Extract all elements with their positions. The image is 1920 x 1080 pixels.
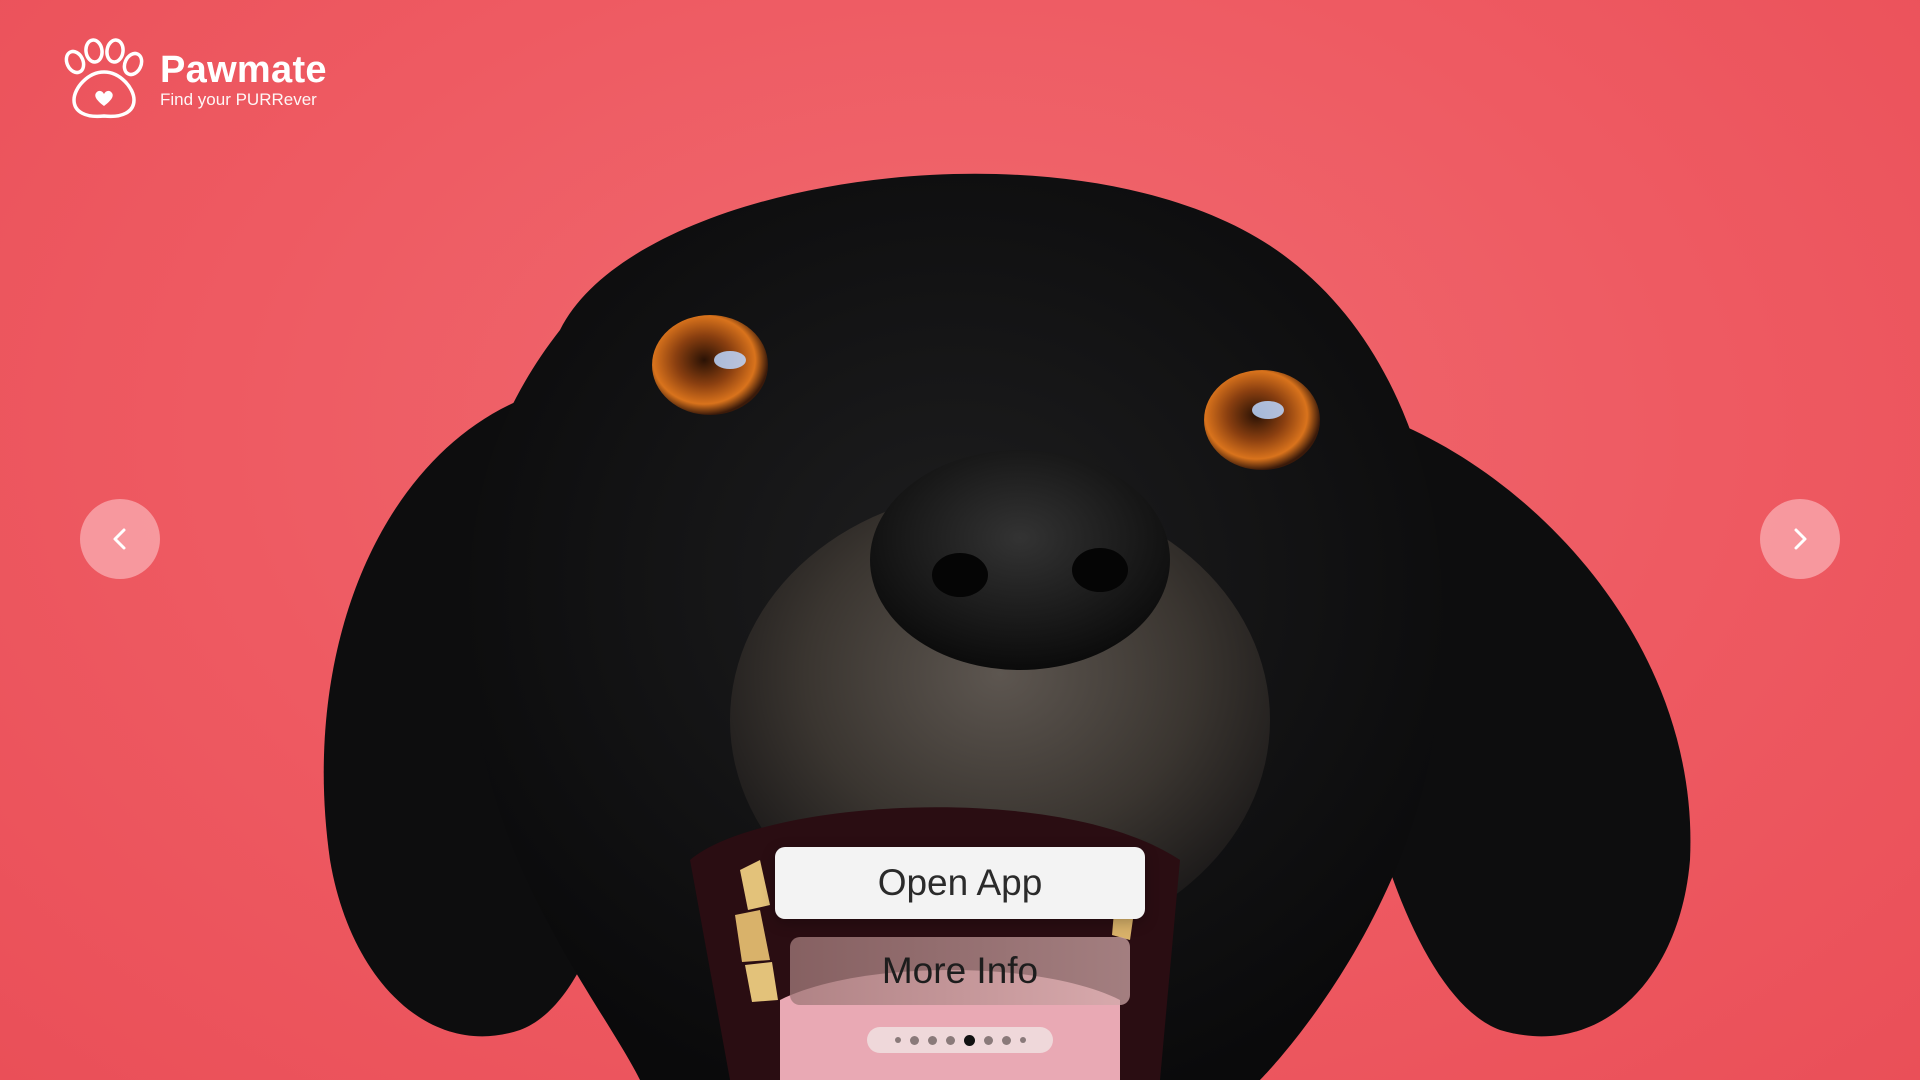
next-slide-button[interactable] bbox=[1760, 499, 1840, 579]
paw-heart-icon bbox=[64, 38, 144, 119]
hero-screen: Pawmate Find your PURRever Open App More… bbox=[0, 0, 1920, 1080]
page-indicator bbox=[867, 1027, 1053, 1053]
page-dot[interactable] bbox=[1001, 1035, 1011, 1045]
page-dot[interactable] bbox=[927, 1035, 937, 1045]
more-info-button[interactable]: More Info bbox=[790, 937, 1130, 1005]
page-dot[interactable] bbox=[983, 1035, 993, 1045]
page-dot[interactable] bbox=[909, 1035, 919, 1045]
page-dot[interactable] bbox=[1019, 1037, 1026, 1043]
open-app-button[interactable]: Open App bbox=[775, 847, 1145, 919]
chevron-left-icon bbox=[113, 528, 126, 550]
brand-text: Pawmate Find your PURRever bbox=[160, 50, 327, 110]
brand: Pawmate Find your PURRever bbox=[58, 38, 327, 122]
brand-name: Pawmate bbox=[160, 49, 327, 91]
page-dot[interactable] bbox=[894, 1037, 901, 1043]
page-dot-active[interactable] bbox=[963, 1034, 975, 1046]
previous-slide-button[interactable] bbox=[80, 499, 160, 579]
page-dot[interactable] bbox=[945, 1035, 955, 1045]
brand-tagline: Find your PURRever bbox=[160, 90, 317, 109]
chevron-right-icon bbox=[1794, 528, 1807, 550]
